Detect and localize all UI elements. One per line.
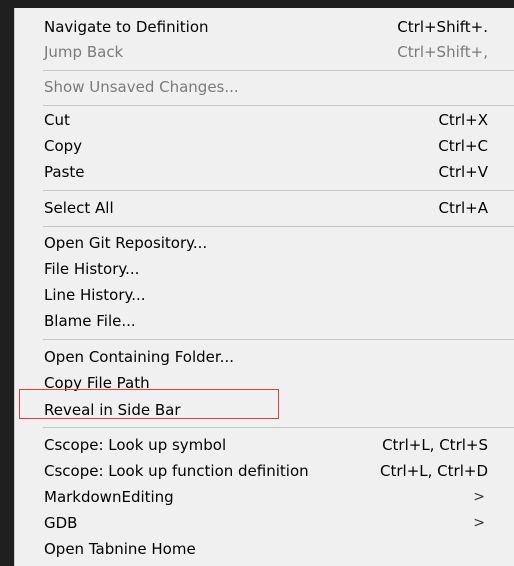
menu-item-navigate-to-definition[interactable]: Navigate to Definition Ctrl+Shift+. (15, 14, 501, 40)
menu-item-paste[interactable]: Paste Ctrl+V (15, 159, 501, 185)
menu-item-shortcut: Ctrl+A (438, 199, 488, 217)
menu-item-shortcut: Ctrl+Shift+. (397, 18, 488, 36)
menu-item-shortcut: Ctrl+L, Ctrl+D (380, 462, 488, 480)
menu-item-shortcut: Ctrl+C (438, 137, 488, 155)
menu-item-blame-file[interactable]: Blame File... (15, 308, 501, 334)
context-menu: Navigate to Definition Ctrl+Shift+. Jump… (14, 8, 514, 566)
menu-item-shortcut: Ctrl+L, Ctrl+S (382, 436, 488, 454)
menu-separator (43, 339, 514, 340)
menu-item-label: GDB (44, 514, 78, 532)
menu-separator (43, 105, 514, 106)
menu-item-file-history[interactable]: File History... (15, 256, 501, 282)
chevron-right-icon: > (473, 489, 485, 505)
menu-item-open-tabnine-home[interactable]: Open Tabnine Home (15, 536, 501, 562)
menu-item-label: Open Tabnine Home (44, 540, 196, 558)
menu-item-select-all[interactable]: Select All Ctrl+A (15, 195, 501, 221)
menu-item-cut[interactable]: Cut Ctrl+X (15, 107, 501, 133)
menu-item-shortcut: Ctrl+X (438, 111, 488, 129)
menu-item-label: Cscope: Look up function definition (44, 462, 309, 480)
menu-item-label: Line History... (44, 286, 146, 304)
menu-item-copy[interactable]: Copy Ctrl+C (15, 133, 501, 159)
menu-item-markdownediting[interactable]: MarkdownEditing > (15, 484, 501, 510)
menu-item-show-unsaved-changes[interactable]: Show Unsaved Changes... (15, 74, 501, 100)
menu-item-label: Open Containing Folder... (44, 348, 234, 366)
menu-item-open-git-repository[interactable]: Open Git Repository... (15, 230, 501, 256)
menu-item-label: Jump Back (44, 43, 124, 61)
menu-item-cscope-look-up-symbol[interactable]: Cscope: Look up symbol Ctrl+L, Ctrl+S (15, 432, 501, 458)
menu-item-label: Show Unsaved Changes... (44, 78, 239, 96)
menu-item-open-containing-folder[interactable]: Open Containing Folder... (15, 344, 501, 370)
menu-item-label: MarkdownEditing (44, 488, 174, 506)
chevron-right-icon: > (473, 515, 485, 531)
menu-item-cscope-look-up-function-definition[interactable]: Cscope: Look up function definition Ctrl… (15, 458, 501, 484)
menu-item-label: Blame File... (44, 312, 136, 330)
menu-separator (43, 226, 514, 227)
menu-item-shortcut: Ctrl+Shift+, (397, 43, 488, 61)
menu-item-label: Paste (44, 163, 85, 181)
menu-item-label: File History... (44, 260, 140, 278)
title-strip (0, 0, 514, 8)
menu-separator (43, 190, 514, 191)
menu-item-label: Navigate to Definition (44, 18, 209, 36)
menu-separator (43, 70, 514, 71)
menu-item-line-history[interactable]: Line History... (15, 282, 501, 308)
menu-item-jump-back[interactable]: Jump Back Ctrl+Shift+, (15, 39, 501, 65)
menu-item-label: Cut (44, 111, 70, 129)
menu-item-label: Select All (44, 199, 114, 217)
menu-item-label: Copy (44, 137, 83, 155)
menu-item-gdb[interactable]: GDB > (15, 510, 501, 536)
menu-item-label: Open Git Repository... (44, 234, 208, 252)
highlight-box (19, 389, 279, 419)
menu-separator (43, 427, 514, 428)
menu-item-shortcut: Ctrl+V (438, 163, 488, 181)
menu-item-label: Cscope: Look up symbol (44, 436, 227, 454)
